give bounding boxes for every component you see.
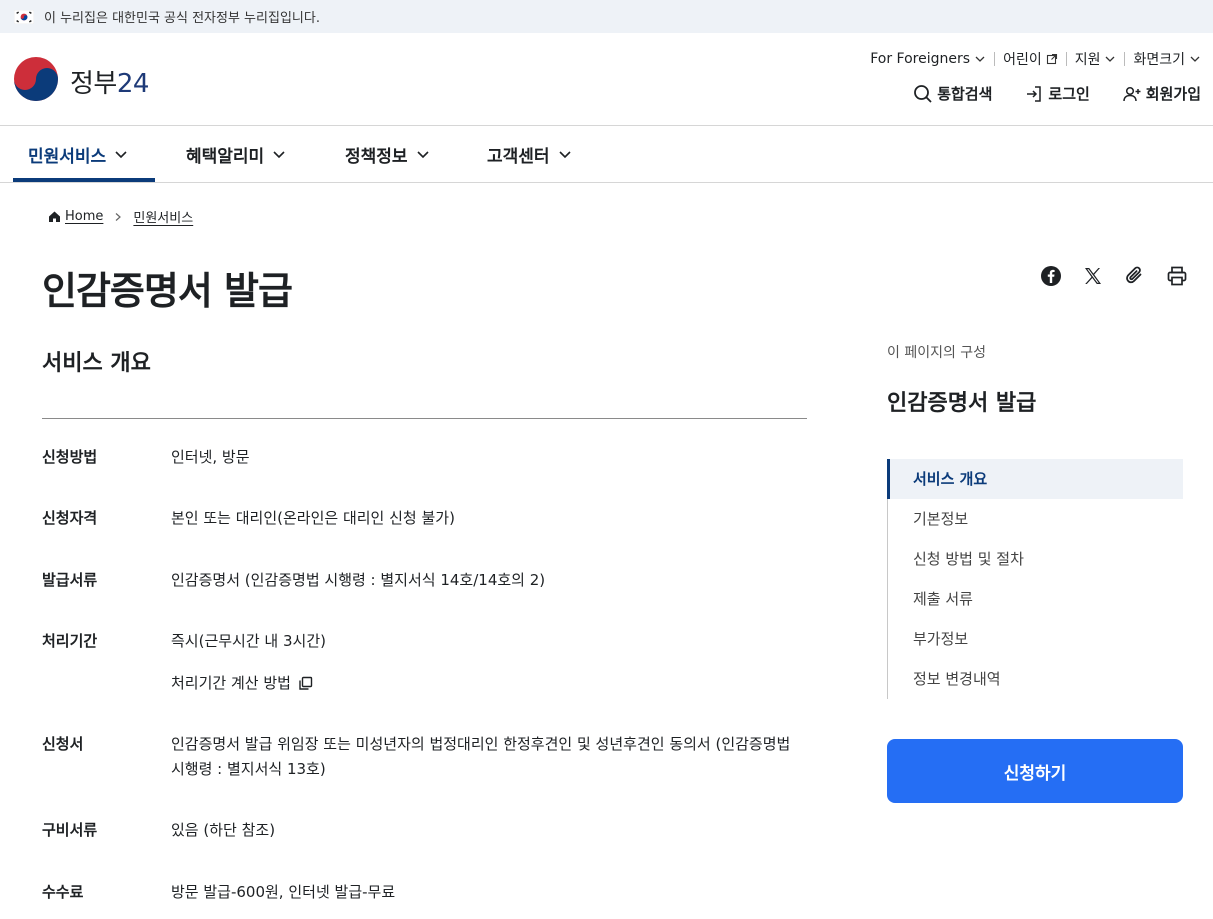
breadcrumb-current[interactable]: 민원서비스 [133, 207, 193, 226]
toc-item-additional-info[interactable]: 부가정보 [888, 619, 1183, 659]
toc-item-documents[interactable]: 제출 서류 [888, 579, 1183, 619]
search-icon [914, 84, 932, 103]
chevron-down-icon [115, 151, 127, 159]
toc-item-basic-info[interactable]: 기본정보 [888, 499, 1183, 539]
info-value: 인감증명서 (인감증명법 시행령 : 별지서식 14호/14호의 2) [171, 571, 546, 589]
divider [1124, 52, 1126, 66]
attach-link-icon[interactable] [1124, 265, 1146, 287]
external-link-icon [1046, 53, 1057, 65]
apply-button[interactable]: 신청하기 [887, 739, 1183, 803]
info-value: 방문 발급-600원, 인터넷 발급-무료 [171, 883, 396, 901]
gov-banner: 이 누리집은 대한민국 공식 전자정부 누리집입니다. [0, 0, 1213, 33]
utility-nav: For Foreigners 어린이 지원 화면크기 [870, 49, 1201, 69]
login-icon [1027, 85, 1042, 102]
main-navigation: 민원서비스 혜택알리미 정책정보 고객센터 [0, 126, 1213, 183]
for-foreigners-menu[interactable]: For Foreigners [870, 51, 986, 67]
gov24-logo[interactable]: 정부24 [12, 55, 149, 107]
kids-link[interactable]: 어린이 [1003, 49, 1058, 69]
gnb-minwon-service[interactable]: 민원서비스 [28, 126, 128, 182]
taegeuk-logo-icon [12, 55, 60, 107]
chevron-down-icon [273, 151, 285, 159]
breadcrumb-home[interactable]: Home [65, 209, 103, 224]
print-icon[interactable] [1166, 265, 1188, 287]
login-button[interactable]: 로그인 [1024, 83, 1090, 104]
section-title: 서비스 개요 [42, 351, 151, 376]
info-label: 구비서류 [42, 821, 98, 839]
share-tools [1040, 265, 1188, 287]
site-header: 정부24 For Foreigners 어린이 지원 화면크기 통합검색 로그인… [0, 33, 1213, 126]
active-menu-indicator [13, 178, 155, 182]
chevron-down-icon [558, 151, 571, 159]
info-label: 신청방법 [42, 448, 98, 466]
gnb-customer-center[interactable]: 고객센터 [487, 126, 572, 182]
toc-item-application-procedure[interactable]: 신청 방법 및 절차 [888, 539, 1183, 579]
info-label: 신청서 [42, 735, 84, 753]
signup-button[interactable]: 회원가입 [1122, 83, 1201, 104]
chevron-down-icon [1190, 56, 1200, 62]
info-label: 수수료 [42, 883, 84, 901]
toc-caption: 이 페이지의 구성 [887, 345, 987, 361]
search-button[interactable]: 통합검색 [913, 83, 992, 104]
screen-size-menu[interactable]: 화면크기 [1133, 49, 1201, 69]
gnb-benefit-alert[interactable]: 혜택알리미 [186, 126, 286, 182]
korea-flag-icon [13, 9, 35, 24]
page-title: 인감증명서 발급 [42, 269, 293, 313]
home-icon [49, 211, 60, 222]
processing-time-calc-link[interactable]: 처리기간 계산 방법 [171, 671, 314, 696]
divider [994, 52, 996, 66]
info-value: 인감증명서 발급 위임장 또는 미성년자의 법정대리인 한정후견인 및 성년후견… [171, 735, 791, 778]
info-value: 본인 또는 대리인(온라인은 대리인 신청 불가) [171, 509, 455, 527]
toc-nav: 서비스 개요 기본정보 신청 방법 및 절차 제출 서류 부가정보 정보 변경내… [887, 459, 1183, 699]
chevron-right-icon [115, 212, 122, 221]
support-menu[interactable]: 지원 [1075, 49, 1117, 69]
info-label: 신청자격 [42, 509, 98, 527]
toc-item-service-overview[interactable]: 서비스 개요 [887, 459, 1183, 499]
section-divider [42, 418, 807, 419]
gov-banner-text: 이 누리집은 대한민국 공식 전자정부 누리집입니다. [44, 11, 320, 26]
chevron-down-icon [1106, 56, 1115, 62]
add-user-icon [1123, 86, 1141, 101]
info-label: 발급서류 [42, 571, 98, 589]
breadcrumb: Home 민원서비스 [48, 207, 193, 226]
copy-icon [299, 676, 313, 690]
divider [1065, 52, 1067, 66]
chevron-down-icon [975, 56, 985, 62]
facebook-icon[interactable] [1040, 265, 1062, 287]
x-twitter-icon[interactable] [1082, 265, 1104, 287]
info-value: 있음 (하단 참조) [171, 821, 276, 839]
logo-text: 정부24 [70, 68, 149, 99]
info-value: 즉시(근무시간 내 3시간) [171, 632, 326, 650]
info-label: 처리기간 [42, 632, 98, 650]
toc-item-change-history[interactable]: 정보 변경내역 [888, 659, 1183, 699]
info-value: 인터넷, 방문 [171, 448, 250, 466]
gnb-policy-info[interactable]: 정책정보 [345, 126, 430, 182]
toc-title: 인감증명서 발급 [887, 391, 1037, 416]
header-actions: 통합검색 로그인 회원가입 [913, 83, 1201, 104]
chevron-down-icon [416, 151, 429, 159]
